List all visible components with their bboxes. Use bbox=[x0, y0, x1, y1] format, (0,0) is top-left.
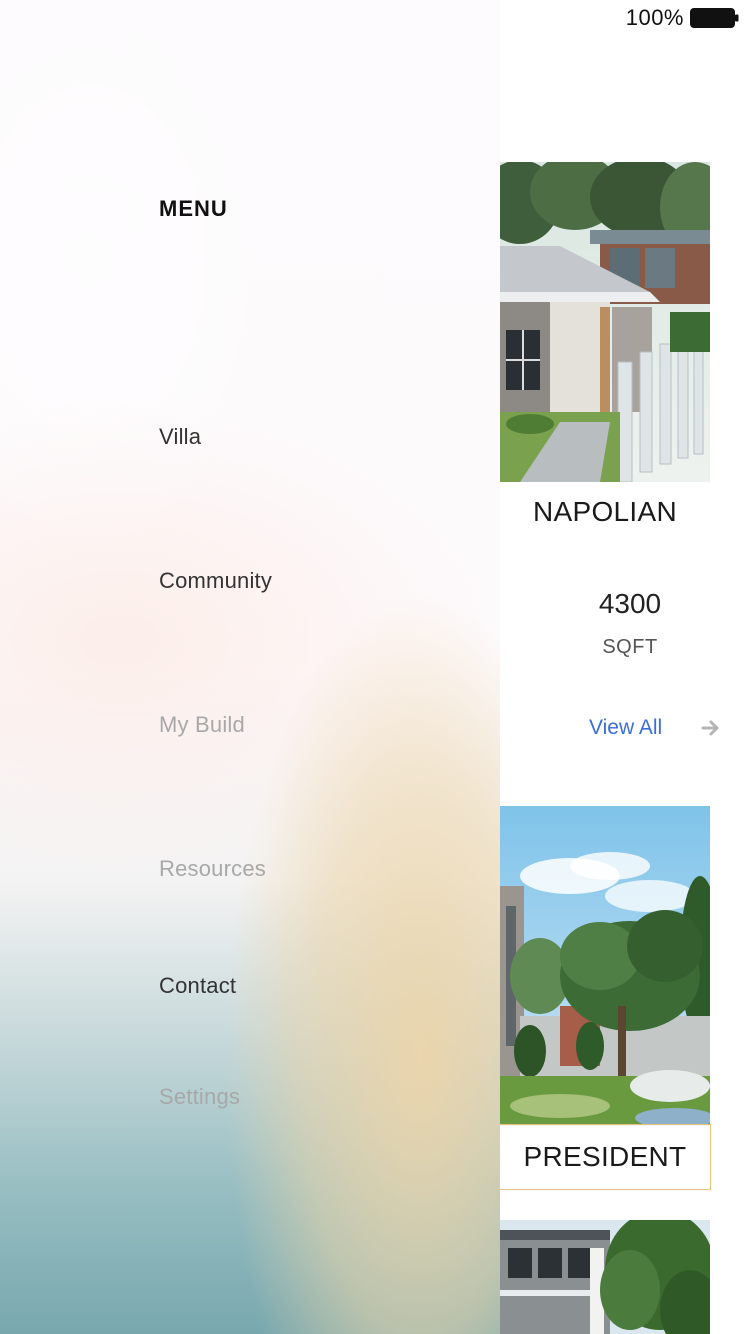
view-all-link[interactable]: View All bbox=[589, 716, 662, 740]
menu-item-contact[interactable]: Contact bbox=[159, 973, 236, 999]
third-villa-image[interactable] bbox=[500, 1220, 710, 1334]
side-menu-drawer: MENU Villa Community My Build Resources … bbox=[0, 0, 500, 1334]
area-unit: SQFT bbox=[602, 636, 658, 658]
napolian-villa-image[interactable] bbox=[500, 162, 710, 482]
menu-item-community[interactable]: Community bbox=[159, 568, 272, 594]
area-value: 4300 bbox=[598, 588, 662, 619]
menu-item-villa[interactable]: Villa bbox=[159, 424, 201, 450]
president-villa-image[interactable] bbox=[500, 806, 710, 1126]
menu-item-settings[interactable]: Settings bbox=[159, 1084, 240, 1110]
menu-item-resources[interactable]: Resources bbox=[159, 856, 266, 882]
status-bar: 100% bbox=[626, 0, 750, 36]
president-villa-name[interactable]: PRESIDENT bbox=[500, 1124, 711, 1190]
napolian-villa-name[interactable]: NAPOLIAN bbox=[500, 496, 710, 528]
battery-percentage: 100% bbox=[625, 5, 684, 30]
menu-item-my-build[interactable]: My Build bbox=[159, 712, 245, 738]
battery-full-icon bbox=[690, 7, 740, 29]
menu-title: MENU bbox=[159, 196, 228, 221]
arrow-right-icon[interactable] bbox=[700, 716, 724, 740]
